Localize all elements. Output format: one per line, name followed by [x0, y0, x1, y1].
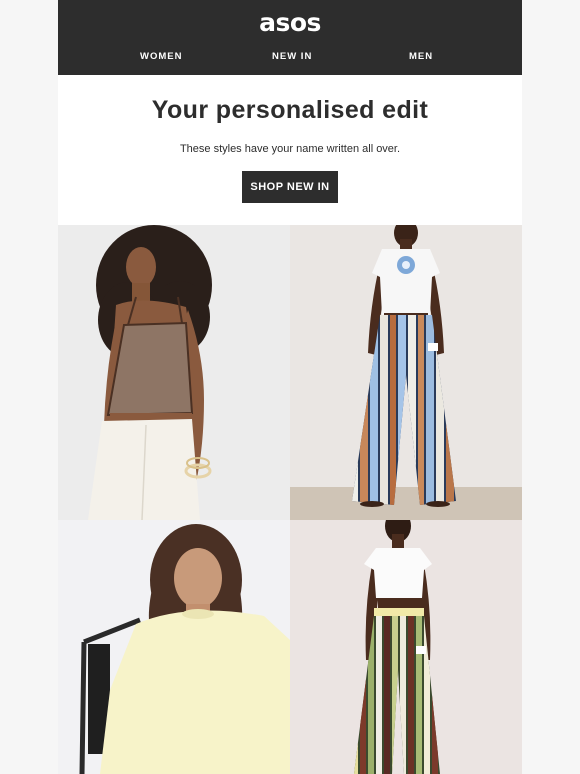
nav-women-link[interactable]: WOMEN	[140, 50, 182, 64]
main-nav: WOMEN NEW IN MEN	[58, 50, 522, 64]
product-image-crop-tee	[290, 520, 522, 774]
product-tile-cami[interactable]	[58, 225, 290, 520]
nav-men-link[interactable]: MEN	[409, 50, 433, 64]
product-tile-lemon-tee[interactable]	[58, 520, 290, 774]
header-bar: asos WOMEN NEW IN MEN	[58, 0, 522, 75]
email-container: asos WOMEN NEW IN MEN Your personalised …	[58, 0, 522, 774]
product-image-striped-trousers	[290, 225, 522, 520]
product-tile-crop-tee[interactable]	[290, 520, 522, 774]
product-tile-striped-trousers[interactable]	[290, 225, 522, 520]
product-grid	[58, 225, 522, 774]
nav-new-in-link[interactable]: NEW IN	[272, 50, 312, 64]
product-image-lemon-tee	[58, 520, 290, 774]
hero-section: Your personalised edit These styles have…	[58, 75, 522, 225]
shop-new-in-button[interactable]: SHOP NEW IN	[242, 171, 338, 203]
asos-logo[interactable]: asos	[58, 9, 522, 37]
hero-title: Your personalised edit	[151, 96, 429, 124]
hero-subtitle: These styles have your name written all …	[179, 143, 401, 155]
product-image-cami	[58, 225, 290, 520]
